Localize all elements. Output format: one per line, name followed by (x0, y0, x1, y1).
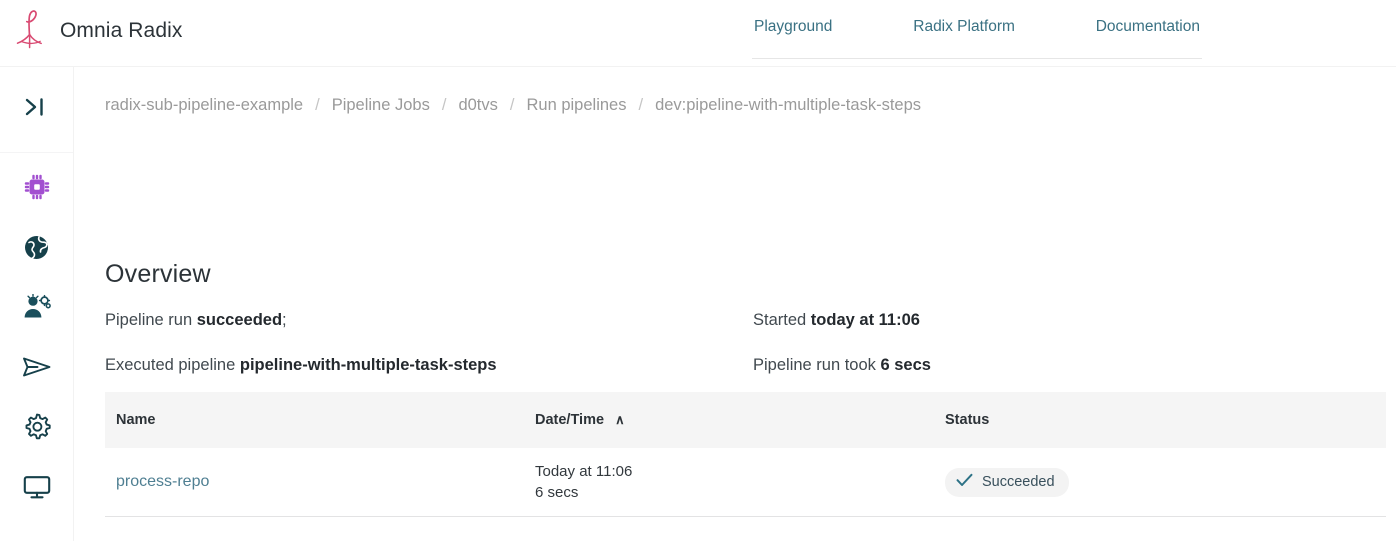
nav-playground[interactable]: Playground (752, 18, 834, 36)
summary-line-executed-pipeline: Executed pipeline pipeline-with-multiple… (105, 343, 745, 388)
breadcrumb-item-0[interactable]: radix-sub-pipeline-example (105, 96, 303, 115)
summary-line-duration: Pipeline run took 6 secs (753, 343, 1353, 388)
sidebar-item-network[interactable] (0, 217, 73, 277)
summary-value-pipeline: pipeline-with-multiple-task-steps (239, 356, 497, 374)
column-header-datetime-label: Date/Time (535, 412, 605, 428)
sidebar-items (0, 157, 73, 517)
nav-documentation[interactable]: Documentation (1094, 18, 1202, 36)
main-nav: Playground Radix Platform Documentation (752, 18, 1202, 36)
expand-sidebar-button[interactable] (0, 67, 73, 152)
breadcrumb-item-1[interactable]: Pipeline Jobs (332, 96, 430, 115)
brand-title: Omnia Radix (60, 19, 183, 42)
summary-prefix: Started (753, 311, 811, 329)
gear-settings-icon (23, 413, 51, 441)
status-badge-label: Succeeded (982, 474, 1055, 490)
tasks-table: Name Date/Time ∧ Status process-repo Tod… (105, 392, 1386, 517)
table-header-row: Name Date/Time ∧ Status (105, 392, 1386, 448)
sidebar-item-settings[interactable] (0, 397, 73, 457)
breadcrumb-item-4: dev:pipeline-with-multiple-task-steps (655, 96, 922, 114)
sidebar-item-applications[interactable] (0, 157, 73, 217)
main-content: radix-sub-pipeline-example / Pipeline Jo… (74, 67, 1396, 541)
breadcrumb-separator: / (441, 96, 447, 114)
nav-radix-platform[interactable]: Radix Platform (911, 18, 1017, 36)
column-header-name[interactable]: Name (105, 412, 535, 428)
overview-summary-right: Started today at 11:06 Pipeline run took… (753, 298, 1353, 388)
breadcrumb-separator: / (509, 96, 515, 114)
summary-prefix: Pipeline run (105, 311, 197, 329)
summary-suffix: ; (282, 311, 287, 329)
breadcrumb-item-3[interactable]: Run pipelines (526, 96, 626, 115)
user-settings-icon (23, 294, 51, 320)
paper-plane-send-icon (22, 355, 52, 379)
table-row: process-repo Today at 11:06 6 secs Succe… (105, 448, 1386, 517)
cell-status: Succeeded (945, 467, 1375, 497)
app-header: Omnia Radix Playground Radix Platform Do… (0, 0, 1396, 67)
cell-datetime-value: Today at 11:06 (535, 463, 633, 480)
chevron-up-icon: ∧ (615, 412, 625, 427)
sidebar-item-send[interactable] (0, 337, 73, 397)
sidebar-item-console[interactable] (0, 457, 73, 517)
cell-name: process-repo (105, 473, 535, 491)
chip-applications-icon (23, 173, 51, 201)
check-icon (956, 473, 973, 492)
task-link-process-repo[interactable]: process-repo (116, 473, 209, 490)
expand-sidebar-icon (24, 96, 50, 123)
summary-value-started: today at 11:06 (810, 311, 920, 329)
sidebar-divider (0, 152, 73, 153)
summary-prefix: Pipeline run took (753, 356, 881, 374)
summary-value-status: succeeded (196, 311, 283, 329)
page-title: Overview (105, 259, 211, 288)
radix-sprout-logo-icon (12, 8, 46, 54)
brand[interactable]: Omnia Radix (12, 8, 182, 54)
breadcrumb-item-2[interactable]: d0tvs (458, 96, 497, 115)
column-header-datetime[interactable]: Date/Time ∧ (535, 412, 945, 428)
globe-network-icon (23, 234, 50, 261)
nav-underline (752, 58, 1202, 59)
sidebar-item-user-settings[interactable] (0, 277, 73, 337)
monitor-console-icon (23, 474, 51, 500)
status-badge: Succeeded (945, 467, 1069, 497)
summary-prefix: Executed pipeline (105, 356, 240, 374)
breadcrumb: radix-sub-pipeline-example / Pipeline Jo… (105, 96, 921, 115)
column-header-status[interactable]: Status (945, 412, 1375, 428)
summary-line-pipeline-run: Pipeline run succeeded; (105, 298, 745, 343)
cell-duration-value: 6 secs (535, 484, 579, 501)
summary-value-duration: 6 secs (880, 356, 931, 374)
breadcrumb-separator: / (315, 96, 320, 114)
sidebar (0, 67, 74, 541)
summary-line-started: Started today at 11:06 (753, 298, 1353, 343)
breadcrumb-separator: / (638, 96, 644, 114)
cell-datetime: Today at 11:06 6 secs (535, 461, 945, 503)
